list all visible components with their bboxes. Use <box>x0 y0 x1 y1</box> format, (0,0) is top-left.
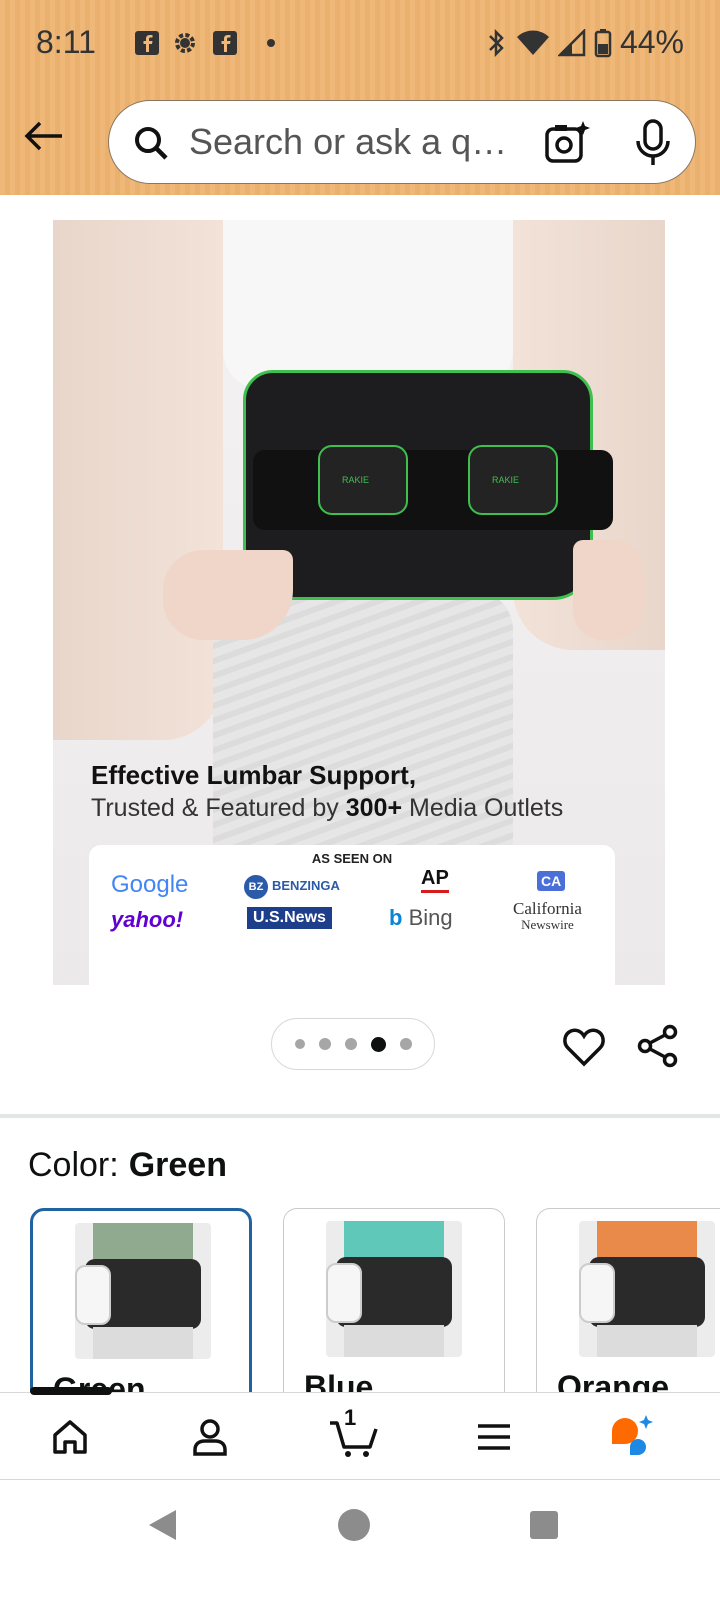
swatch-panel <box>579 1263 615 1323</box>
nav-rufus[interactable] <box>608 1411 660 1463</box>
status-bar: 8:11 44% <box>0 0 720 90</box>
color-option-blue[interactable]: Blue <box>283 1208 505 1408</box>
pager-dot[interactable] <box>294 1039 305 1049</box>
search-bar[interactable] <box>108 100 696 184</box>
swatch-shirt <box>344 1221 444 1261</box>
color-label: Color: Green <box>28 1146 227 1185</box>
belt-brand-label: RAKIE <box>492 475 520 485</box>
signal-icon <box>557 28 586 56</box>
rufus-icon <box>612 1415 653 1455</box>
nav-account[interactable] <box>184 1411 236 1463</box>
product-image[interactable]: RAKIE RAKIE Effective Lumbar Support, Tr… <box>53 220 665 985</box>
section-divider <box>0 1114 720 1118</box>
swatch-image <box>579 1221 715 1357</box>
color-option-green[interactable]: Green <box>30 1208 252 1408</box>
model-arm-left <box>53 220 223 740</box>
nav-menu[interactable] <box>468 1411 520 1463</box>
camera-icon <box>545 121 590 163</box>
search-input[interactable] <box>189 119 529 165</box>
app-header: 8:11 44% <box>0 0 720 195</box>
dot-icon <box>267 39 275 47</box>
belt-pad-left: RAKIE <box>318 445 408 515</box>
search-icon <box>135 127 168 160</box>
color-option-orange[interactable]: Orange <box>536 1208 720 1408</box>
bing-b-icon: b <box>389 905 403 930</box>
nav-home[interactable] <box>44 1411 96 1463</box>
as-seen-on-label: AS SEEN ON <box>311 851 393 866</box>
promo-sub-prefix: Trusted & Featured by <box>91 794 346 822</box>
system-home-icon[interactable] <box>337 1508 371 1542</box>
pager-dot-active[interactable] <box>370 1036 386 1052</box>
facebook-icon <box>213 31 237 55</box>
wifi-icon <box>516 30 549 55</box>
swatch-panel <box>326 1263 362 1323</box>
menu-icon <box>478 1424 510 1450</box>
heart-icon <box>563 1028 605 1067</box>
promo-subtitle: Trusted & Featured by 300+ Media Outlets <box>91 794 563 823</box>
system-navigation-bar <box>0 1480 720 1600</box>
swatch-image <box>75 1223 211 1359</box>
belt-strap <box>253 450 613 530</box>
model-top <box>223 220 513 390</box>
system-recents-icon[interactable] <box>528 1509 560 1541</box>
cart-count: 1 <box>344 1405 357 1430</box>
swatch-shirt <box>597 1221 697 1261</box>
swatch-pants <box>344 1325 444 1357</box>
nav-active-indicator <box>30 1387 112 1395</box>
account-icon <box>193 1419 227 1456</box>
battery-percent: 44% <box>619 24 684 60</box>
swatch-image <box>326 1221 462 1357</box>
status-time: 8:11 <box>36 24 96 60</box>
image-pager[interactable] <box>271 1018 435 1070</box>
pager-dot[interactable] <box>399 1038 412 1050</box>
voice-search-button[interactable] <box>629 117 677 174</box>
back-button[interactable] <box>20 112 68 160</box>
swatch-shirt <box>93 1223 193 1263</box>
promo-sub-suffix: Media Outlets <box>402 794 564 822</box>
benzinga-logo: BZ BENZINGA <box>244 875 340 899</box>
selected-color-name: Green <box>128 1146 227 1184</box>
share-icon <box>637 1024 678 1068</box>
wishlist-button[interactable] <box>562 1024 606 1073</box>
bluetooth-icon <box>489 28 504 57</box>
bing-logo: b Bing <box>389 905 453 931</box>
swatch-pants <box>93 1327 193 1359</box>
system-back-icon[interactable] <box>146 1508 180 1542</box>
microphone-icon <box>636 119 670 165</box>
camera-search-button[interactable] <box>541 117 593 174</box>
promo-title: Effective Lumbar Support, <box>91 760 417 790</box>
home-icon <box>53 1420 87 1454</box>
media-logos-card: AS SEEN ON Google BZ BENZINGA AP CA yahoo… <box>89 845 615 985</box>
yahoo-logo: yahoo! <box>111 907 184 932</box>
google-logo: Google <box>111 871 189 898</box>
model-hand-right <box>573 540 643 640</box>
battery-icon <box>594 28 612 57</box>
pager-dot[interactable] <box>318 1038 331 1050</box>
california-newswire-logo: California Newswire <box>513 899 582 932</box>
benzinga-name: BENZINGA <box>272 878 340 893</box>
newswire-name: Newswire <box>521 917 574 932</box>
color-label-text: Color: <box>28 1146 119 1184</box>
bing-name: Bing <box>408 905 453 930</box>
california-name: California <box>513 899 582 918</box>
benzinga-badge: BZ <box>244 875 268 899</box>
model-hand-left <box>163 550 293 640</box>
pager-dot[interactable] <box>344 1038 357 1050</box>
belt-pad-right: RAKIE <box>468 445 558 515</box>
status-right: 44% <box>486 24 684 61</box>
ap-logo: AP <box>421 867 449 893</box>
settings-icon <box>175 33 195 53</box>
swatch-pants <box>597 1325 697 1357</box>
bottom-nav: 1 <box>0 1387 720 1480</box>
ca-logo: CA <box>537 871 566 891</box>
swatch-panel <box>75 1265 111 1325</box>
usnews-logo: U.S.News <box>247 907 332 929</box>
promo-sub-count: 300+ <box>345 794 403 822</box>
facebook-icon <box>135 31 159 55</box>
arrow-left-icon <box>24 121 62 151</box>
belt-brand-label: RAKIE <box>342 475 370 485</box>
nav-cart[interactable]: 1 <box>326 1405 382 1463</box>
share-button[interactable] <box>636 1024 680 1073</box>
